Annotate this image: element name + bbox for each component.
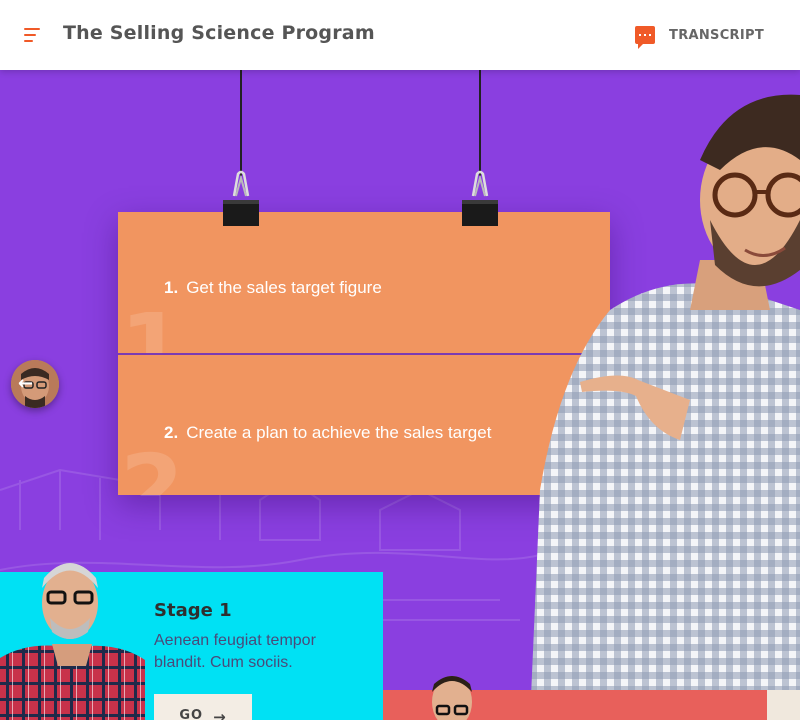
presenter-illustration <box>530 94 800 720</box>
stage-3-card <box>767 690 800 720</box>
hanging-string-left <box>240 70 242 176</box>
transcript-label: TRANSCRIPT <box>669 27 764 43</box>
arrow-right-icon: → <box>213 708 227 720</box>
app-title: The Selling Science Program <box>63 22 375 44</box>
hanging-string-right <box>479 70 481 176</box>
step-text: Get the sales target figure <box>186 278 382 297</box>
stage-description: Aenean feugiat tempor blandit. Cum socii… <box>154 632 316 671</box>
binder-clip-left <box>223 170 259 226</box>
arrow-left-icon: ← <box>18 373 34 394</box>
top-header: The Selling Science Program TRANSCRIPT <box>0 0 800 70</box>
stage-2-person-illustration <box>432 676 472 720</box>
binder-clip-right <box>462 170 498 226</box>
step-item: 2. Create a plan to achieve the sales tar… <box>164 423 491 443</box>
hamburger-menu-icon[interactable] <box>24 28 40 42</box>
step-watermark-number: 1 <box>120 294 185 353</box>
stage-title: Stage 1 <box>154 600 232 621</box>
step-item: 1. Get the sales target figure <box>164 278 382 298</box>
go-button-label: GO <box>179 708 204 720</box>
stage-1-person-illustration <box>0 563 145 720</box>
go-button[interactable]: GO → <box>154 694 252 720</box>
previous-avatar-button[interactable]: ← <box>11 360 59 408</box>
step-watermark-number: 2 <box>120 435 185 496</box>
step-number: 1. <box>164 278 179 297</box>
step-text: Create a plan to achieve the sales targe… <box>186 423 492 442</box>
transcript-button[interactable]: TRANSCRIPT <box>635 26 764 49</box>
step-number: 2. <box>164 423 179 442</box>
speech-bubble-icon <box>635 26 656 49</box>
